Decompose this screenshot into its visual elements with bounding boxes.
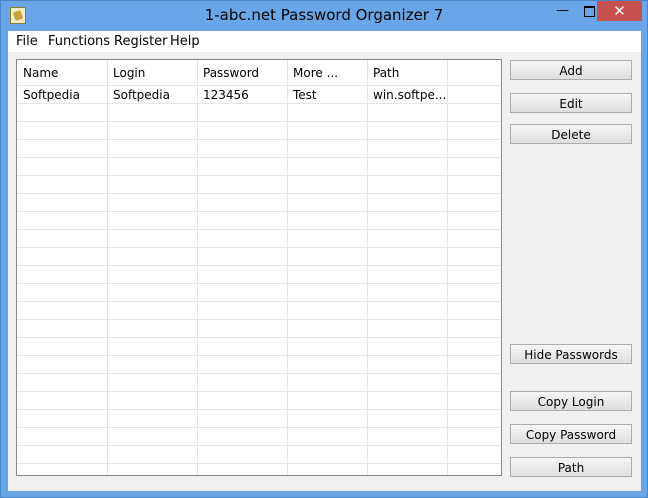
column-header-password[interactable]: Password <box>203 66 259 80</box>
table-row[interactable]: Softpedia Softpedia 123456 Test win.soft… <box>17 86 501 104</box>
password-table[interactable]: Name Login Password More ... Path Softpe… <box>16 59 502 476</box>
hide-passwords-button[interactable]: Hide Passwords <box>510 344 632 364</box>
cell-more: Test <box>293 88 317 102</box>
table-row-empty[interactable] <box>17 194 501 212</box>
table-row-empty[interactable] <box>17 356 501 374</box>
minimize-icon: — <box>556 3 569 18</box>
table-row-empty[interactable] <box>17 266 501 284</box>
close-button[interactable]: ✕ <box>597 1 642 21</box>
table-row-empty[interactable] <box>17 140 501 158</box>
title-bar[interactable]: 1-abc.net Password Organizer 7 — ✕ <box>1 1 647 31</box>
table-row-empty[interactable] <box>17 212 501 230</box>
maximize-icon <box>584 6 595 17</box>
table-row-empty[interactable] <box>17 122 501 140</box>
table-row-empty[interactable] <box>17 302 501 320</box>
cell-name: Softpedia <box>23 88 80 102</box>
table-row-empty[interactable] <box>17 410 501 428</box>
copy-login-button[interactable]: Copy Login <box>510 391 632 411</box>
table-row-empty[interactable] <box>17 158 501 176</box>
table-row-empty[interactable] <box>17 446 501 464</box>
column-header-more[interactable]: More ... <box>293 66 338 80</box>
table-row-empty[interactable] <box>17 374 501 392</box>
table-row-empty[interactable] <box>17 230 501 248</box>
edit-button[interactable]: Edit <box>510 93 632 113</box>
main-window: 1-abc.net Password Organizer 7 — ✕ File … <box>0 0 648 498</box>
add-button[interactable]: Add <box>510 60 632 80</box>
path-button[interactable]: Path <box>510 457 632 477</box>
table-row-empty[interactable] <box>17 248 501 266</box>
menu-functions[interactable]: Functions <box>48 34 110 49</box>
copy-password-button[interactable]: Copy Password <box>510 424 632 444</box>
minimize-button[interactable]: — <box>549 1 576 21</box>
cell-password: 123456 <box>203 88 249 102</box>
table-row-empty[interactable] <box>17 176 501 194</box>
client-area: File Functions Register Help Name Login … <box>8 31 641 491</box>
close-icon: ✕ <box>613 2 626 20</box>
column-header-path[interactable]: Path <box>373 66 399 80</box>
table-header: Name Login Password More ... Path <box>17 60 501 86</box>
cell-login: Softpedia <box>113 88 170 102</box>
table-row-empty[interactable] <box>17 284 501 302</box>
table-row-empty[interactable] <box>17 392 501 410</box>
table-row-empty[interactable] <box>17 320 501 338</box>
delete-button[interactable]: Delete <box>510 124 632 144</box>
table-row-empty[interactable] <box>17 104 501 122</box>
menu-register[interactable]: Register <box>114 34 168 49</box>
column-header-login[interactable]: Login <box>113 66 145 80</box>
table-row-empty[interactable] <box>17 338 501 356</box>
menu-file[interactable]: File <box>16 34 38 49</box>
cell-path: win.softpe... <box>373 88 447 102</box>
table-row-empty[interactable] <box>17 428 501 446</box>
menu-help[interactable]: Help <box>170 34 200 49</box>
column-header-name[interactable]: Name <box>23 66 58 80</box>
menu-bar: File Functions Register Help <box>8 31 641 52</box>
